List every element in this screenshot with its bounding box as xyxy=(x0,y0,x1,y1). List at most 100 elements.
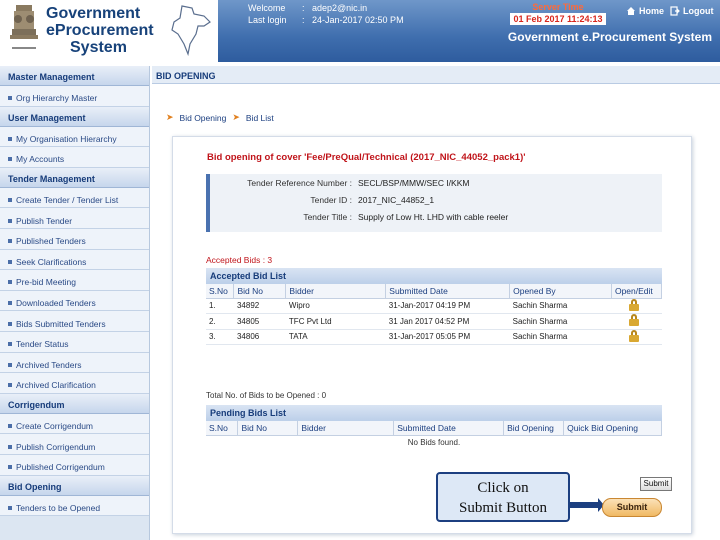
column-header: Submitted Date xyxy=(385,284,511,299)
column-header: Bidder xyxy=(297,421,395,436)
sidebar-item-label: Create Tender / Tender List xyxy=(16,195,119,206)
sidebar-item[interactable]: Pre-bid Meeting xyxy=(0,270,149,291)
sidebar-item-label: Publish Tender xyxy=(16,215,73,226)
sidebar-item[interactable]: Archived Tenders xyxy=(0,352,149,374)
sidebar-item[interactable]: Publish Corrigendum xyxy=(0,434,149,455)
welcome-label: Welcome xyxy=(248,3,286,13)
table-cell: Sachin Sharma xyxy=(509,313,612,330)
logout-label: Logout xyxy=(683,6,714,16)
column-header: Bid No xyxy=(233,284,287,299)
accepted-bids-count: Accepted Bids : 3 xyxy=(206,255,273,265)
page-header: Government eProcurement System Welcome :… xyxy=(0,0,720,62)
user-info: Welcome : adep2@nic.in Last login : 24-J… xyxy=(248,3,404,25)
tender-title-value: Supply of Low Ht. LHD with cable reeler xyxy=(358,211,509,222)
sidebar-item-label: My Accounts xyxy=(16,154,65,165)
sidebar-section-title: Bid Opening xyxy=(0,475,149,496)
sidebar-section-title: Tender Management xyxy=(0,167,149,188)
bullet-icon xyxy=(8,136,12,141)
sidebar-menu: Master Management Org Hierarchy Master Use… xyxy=(0,66,150,540)
sidebar-item[interactable]: My Organisation Hierarchy xyxy=(0,126,149,148)
tender-id-label: Tender ID : xyxy=(310,194,352,205)
no-bids-message: No Bids found. xyxy=(407,437,461,447)
logo-line-1: Government xyxy=(46,5,141,22)
sidebar-item-label: Downloaded Tenders xyxy=(16,298,96,309)
pending-bid-list: Pending Bids List S.No Bid No Bidder Submit… xyxy=(206,405,662,449)
table-cell: TFC Pvt Ltd xyxy=(285,313,386,330)
logo-line-3: System xyxy=(70,39,127,56)
tender-ref-value: SECL/BSP/MMW/SEC I/KKM xyxy=(358,177,470,188)
sidebar-item[interactable]: Seek Clarifications xyxy=(0,249,149,271)
sidebar-item[interactable]: Create Tender / Tender List xyxy=(0,187,149,209)
bullet-icon xyxy=(8,198,12,203)
sidebar-item[interactable]: Archived Clarification xyxy=(0,373,149,394)
tender-id-value: 2017_NIC_44852_1 xyxy=(358,194,435,205)
sidebar-item-label: Archived Tenders xyxy=(16,359,82,370)
table-cell: 3. xyxy=(206,329,234,345)
column-header: Submitted Date xyxy=(393,421,505,436)
sidebar-item[interactable]: Published Corrigendum xyxy=(0,454,149,476)
submit-button[interactable]: Submit xyxy=(640,477,672,491)
bullet-icon xyxy=(8,362,12,367)
table-cell: Wipro xyxy=(285,298,386,314)
site-logo[interactable]: Government eProcurement System xyxy=(46,5,154,56)
table-cell: 31-Jan-2017 05:05 PM xyxy=(385,329,510,345)
accepted-bid-list: Accepted Bid List S.No Bid No Bidder Submit… xyxy=(206,268,663,345)
bullet-icon xyxy=(8,280,12,285)
sidebar-item[interactable]: Org Hierarchy Master xyxy=(0,86,149,107)
open-edit-cell xyxy=(611,298,662,314)
sidebar-item[interactable]: Publish Tender xyxy=(0,208,149,229)
sidebar-item-label: Publish Corrigendum xyxy=(16,441,96,452)
column-header: Bid No xyxy=(237,421,299,436)
page-title: BID OPENING xyxy=(152,66,720,84)
callout-arrow-icon xyxy=(568,498,604,512)
bullet-icon xyxy=(8,157,12,162)
sidebar-item-label: Published Tenders xyxy=(16,236,86,247)
sidebar-item[interactable]: Bids Submitted Tenders xyxy=(0,311,149,332)
logout-link[interactable]: Logout xyxy=(670,6,714,16)
breadcrumb-bid-opening[interactable]: Bid Opening xyxy=(180,113,227,123)
pending-bids-note: Total No. of Bids to be Opened : 0 xyxy=(206,391,327,400)
lock-icon[interactable] xyxy=(629,298,640,311)
breadcrumb-bid-list[interactable]: Bid List xyxy=(246,113,274,123)
callout-line-2: Submit Button xyxy=(459,500,547,516)
sidebar-item-label: Bids Submitted Tenders xyxy=(16,318,106,329)
sidebar-item[interactable]: Tenders to be Opened xyxy=(0,495,149,517)
chevron-right-icon: ➤ xyxy=(232,112,240,122)
home-link[interactable]: Home xyxy=(626,6,664,16)
bullet-icon xyxy=(8,444,12,449)
sidebar-item[interactable]: Published Tenders xyxy=(0,228,149,250)
lock-icon[interactable] xyxy=(629,329,640,342)
column-header: S.No xyxy=(206,284,235,299)
table-cell: 34806 xyxy=(233,329,286,345)
server-time-label: Server Time xyxy=(532,2,584,12)
bullet-icon xyxy=(8,301,12,306)
column-header: Opened By xyxy=(509,284,612,299)
breadcrumb: ➤ Bid Opening ➤ Bid List xyxy=(166,112,274,123)
column-header: Bidder xyxy=(285,284,387,299)
lock-icon[interactable] xyxy=(629,314,640,327)
sidebar-item-label: Create Corrigendum xyxy=(16,421,94,432)
sidebar-item[interactable]: Downloaded Tenders xyxy=(0,290,149,312)
sidebar-item-label: My Organisation Hierarchy xyxy=(16,133,117,144)
table-cell: Sachin Sharma xyxy=(509,329,612,345)
server-time-value: 01 Feb 2017 11:24:13 xyxy=(510,13,606,25)
home-label: Home xyxy=(639,6,665,16)
tender-title-label: Tender Title : xyxy=(303,211,352,222)
sidebar-item-label: Org Hierarchy Master xyxy=(16,93,98,104)
bullet-icon xyxy=(8,465,12,470)
chevron-right-icon: ➤ xyxy=(166,112,174,122)
bullet-icon xyxy=(8,259,12,264)
open-edit-cell xyxy=(611,329,662,345)
sidebar-item[interactable]: Tender Status xyxy=(0,331,149,353)
bullet-icon xyxy=(8,505,12,510)
instruction-callout: Click on Submit Button xyxy=(436,472,570,522)
tender-ref-label: Tender Reference Number : xyxy=(247,177,352,188)
callout-line-1: Click on xyxy=(477,480,529,496)
sidebar-item[interactable]: My Accounts xyxy=(0,147,149,168)
sidebar-item[interactable]: Create Corrigendum xyxy=(0,413,149,435)
submit-main-button[interactable]: Submit xyxy=(602,498,662,517)
table-cell: TATA xyxy=(285,329,386,345)
national-emblem-icon xyxy=(10,5,38,49)
last-login-value: 24-Jan-2017 02:50 PM xyxy=(312,15,404,25)
server-time: Server Time 01 Feb 2017 11:24:13 xyxy=(498,1,618,25)
